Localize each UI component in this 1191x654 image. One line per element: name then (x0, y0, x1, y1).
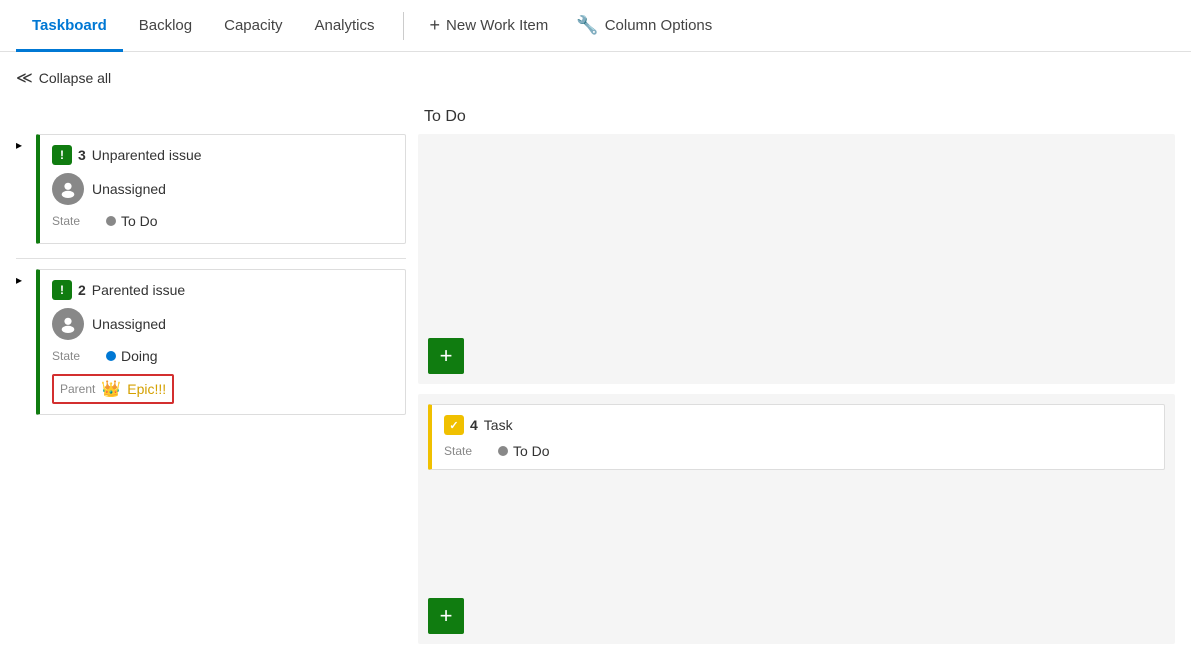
tab-capacity[interactable]: Capacity (208, 1, 298, 52)
add-task-button-1[interactable]: + (428, 338, 464, 374)
task-icon: ✓ (444, 415, 464, 435)
group-row-unparented: ▸ ! 3 Unparented issue (16, 134, 406, 244)
collapse-arrow-1[interactable]: ▸ (16, 138, 32, 152)
tab-analytics[interactable]: Analytics (298, 1, 390, 52)
nav-divider (403, 12, 404, 40)
board-layout: ▸ ! 3 Unparented issue (16, 104, 1175, 654)
task-title-row: ✓ 4 Task (444, 415, 1152, 435)
issue-icon-2: ! (52, 280, 72, 300)
tab-backlog[interactable]: Backlog (123, 1, 208, 52)
row-separator (16, 258, 406, 259)
avatar-row-2: Unassigned (52, 308, 393, 340)
main-content: ≪ Collapse all ▸ ! 3 Unparented issue (0, 52, 1191, 654)
parent-row: Parent 👑 Epic!!! (52, 374, 174, 404)
collapse-arrow-2[interactable]: ▸ (16, 273, 32, 287)
wrench-icon: 🔧 (576, 15, 598, 36)
task-cards-area: ✓ 4 Task State To Do (428, 404, 1165, 478)
top-nav: Taskboard Backlog Capacity Analytics + N… (0, 0, 1191, 52)
collapse-icon: ≪ (16, 68, 33, 88)
add-task-button-2[interactable]: + (428, 598, 464, 634)
right-bottom-row-2: + (428, 598, 1165, 634)
plus-icon: + (430, 15, 441, 36)
card-field-row-1: State To Do (52, 213, 393, 229)
task-field-row: State To Do (444, 443, 1152, 459)
right-column: To Do + ✓ 4 Task Sta (406, 104, 1175, 654)
task-state-dot (498, 446, 508, 456)
state-dot-2 (106, 351, 116, 361)
card-title-row-1: ! 3 Unparented issue (52, 145, 393, 165)
left-card-area-1: ▸ ! 3 Unparented issue (16, 134, 406, 244)
left-card-area-2: ▸ ! 2 Parented issue (16, 269, 406, 415)
card-field-row-2: State Doing (52, 348, 393, 364)
column-header-todo: To Do (418, 104, 1175, 134)
state-indicator-2: Doing (106, 348, 158, 364)
avatar-row-1: Unassigned (52, 173, 393, 205)
collapse-all-button[interactable]: ≪ Collapse all (16, 64, 111, 92)
state-indicator-1: To Do (106, 213, 158, 229)
column-options-button[interactable]: 🔧 Column Options (562, 0, 726, 51)
avatar-2 (52, 308, 84, 340)
right-section-1: + (418, 134, 1175, 384)
toolbar-row: ≪ Collapse all (16, 64, 1175, 92)
tab-taskboard[interactable]: Taskboard (16, 1, 123, 52)
right-section-2: ✓ 4 Task State To Do (418, 394, 1175, 644)
issue-icon-1: ! (52, 145, 72, 165)
card-title-row-2: ! 2 Parented issue (52, 280, 393, 300)
task-card-4[interactable]: ✓ 4 Task State To Do (428, 404, 1165, 470)
group-row-parented: ▸ ! 2 Parented issue (16, 269, 406, 415)
left-column: ▸ ! 3 Unparented issue (16, 104, 406, 654)
crown-icon: 👑 (101, 379, 121, 399)
work-item-card-parented[interactable]: ! 2 Parented issue Unassigned (36, 269, 406, 415)
task-state-indicator: To Do (498, 443, 550, 459)
new-work-item-button[interactable]: + New Work Item (416, 0, 563, 51)
state-dot-1 (106, 216, 116, 226)
avatar-1 (52, 173, 84, 205)
work-item-card-unparented[interactable]: ! 3 Unparented issue Unassigne (36, 134, 406, 244)
